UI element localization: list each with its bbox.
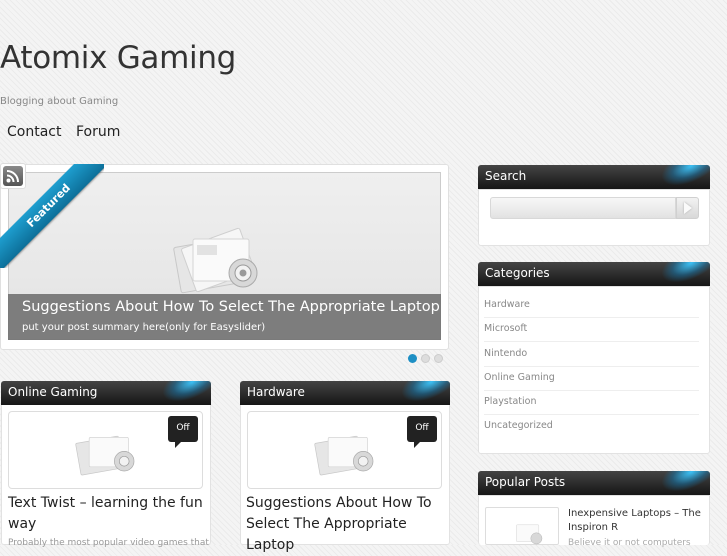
post-title[interactable]: Text Twist – learning the fun way bbox=[8, 493, 208, 535]
rss-icon bbox=[3, 166, 23, 186]
post-title[interactable]: Suggestions About How To Select The Appr… bbox=[246, 493, 446, 556]
comments-badge[interactable]: Off bbox=[407, 416, 437, 448]
category-link-microsoft[interactable]: Microsoft bbox=[484, 317, 699, 342]
slider-dot-1[interactable] bbox=[408, 354, 417, 363]
categories-widget-heading: Categories bbox=[478, 262, 710, 286]
search-button[interactable] bbox=[676, 197, 699, 219]
post-excerpt: Probably the most popular video games th… bbox=[8, 538, 209, 548]
search-input[interactable] bbox=[490, 197, 676, 219]
slider-dot-3[interactable] bbox=[434, 354, 443, 363]
image-placeholder-icon bbox=[75, 435, 135, 476]
image-placeholder-icon bbox=[314, 435, 374, 476]
site-tagline: Blogging about Gaming bbox=[0, 96, 119, 107]
category-link-hardware[interactable]: Hardware bbox=[484, 293, 699, 318]
popular-posts-heading: Popular Posts bbox=[478, 471, 710, 495]
section-heading-online-gaming[interactable]: Online Gaming bbox=[1, 381, 211, 405]
slide-title[interactable]: Suggestions About How To Select The Appr… bbox=[22, 299, 440, 315]
category-link-uncategorized[interactable]: Uncategorized bbox=[484, 414, 699, 438]
search-widget-heading: Search bbox=[478, 165, 710, 189]
comments-badge[interactable]: Off bbox=[168, 416, 198, 448]
site-title[interactable]: Atomix Gaming bbox=[0, 40, 236, 76]
slider-dot-2[interactable] bbox=[421, 354, 430, 363]
popular-post-thumbnail[interactable] bbox=[485, 507, 559, 545]
nav-contact-link[interactable]: Contact bbox=[7, 124, 61, 140]
popular-post-title[interactable]: Inexpensive Laptops – The Inspiron R bbox=[568, 507, 708, 535]
popular-post-excerpt: Believe it or not computers bbox=[568, 538, 691, 548]
image-placeholder-icon bbox=[516, 524, 543, 545]
image-placeholder-icon bbox=[173, 227, 258, 294]
category-link-playstation[interactable]: Playstation bbox=[484, 390, 699, 415]
nav-forum-link[interactable]: Forum bbox=[76, 124, 120, 140]
slide-summary: put your post summary here(only for Easy… bbox=[22, 322, 266, 333]
rss-button[interactable] bbox=[0, 163, 26, 189]
category-link-nintendo[interactable]: Nintendo bbox=[484, 342, 699, 367]
arrow-right-icon bbox=[683, 202, 692, 214]
category-link-online-gaming[interactable]: Online Gaming bbox=[484, 366, 699, 391]
section-heading-hardware[interactable]: Hardware bbox=[240, 381, 450, 405]
